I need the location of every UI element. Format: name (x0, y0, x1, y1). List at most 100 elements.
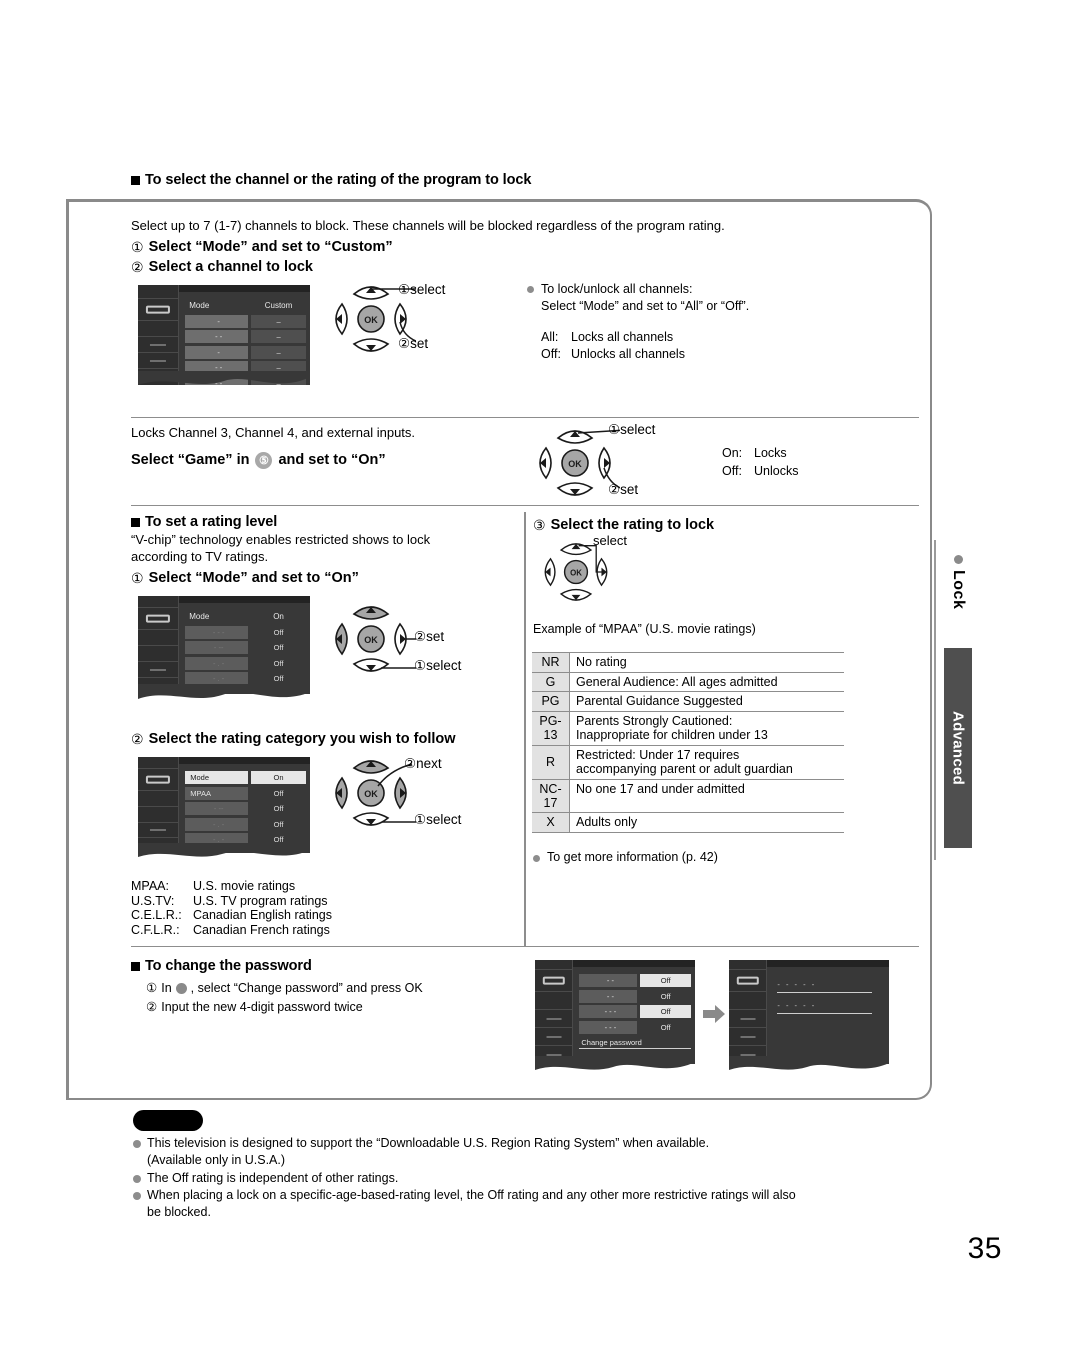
tv-screen-custom-mode: Mode Custom -– - -– -– - -– - -– -– (138, 285, 310, 393)
tv-row: - - Off (579, 974, 691, 987)
rating-step-3: ③ Select the rating to lock (533, 517, 715, 533)
nav-pad-4[interactable]: OK select (531, 533, 627, 608)
note-item: When placing a lock on a specific-age-ba… (133, 1187, 933, 1221)
tv-row: - - – (185, 330, 306, 343)
tv-screen-password-menu: - - Off - - Off - - - Off - - - Off Change p… (535, 960, 695, 1078)
side-tab-advanced[interactable]: Advanced (944, 648, 972, 848)
tv-icon (146, 305, 171, 314)
rating-table: NR No rating G General Audience: All ages … (532, 652, 844, 833)
page-number: 35 (967, 1232, 1002, 1265)
tv-row: - - Off (579, 989, 691, 1003)
note-badge (133, 1110, 203, 1131)
table-row: NR No rating (532, 652, 844, 673)
bullet-icon (533, 855, 540, 862)
nav-pad-3[interactable]: OK ②next ①select (326, 752, 461, 834)
tv-sidebar (535, 960, 574, 1064)
abbrev-row: C.E.L.R.: Canadian English ratings (131, 908, 332, 923)
abbrev-row: MPAA: U.S. movie ratings (131, 879, 296, 893)
tv-icon (736, 976, 759, 985)
section-rating-level: To set a rating level “V-chip” technolog… (131, 514, 521, 587)
svg-text:OK: OK (364, 789, 378, 799)
tv-screen-rating-category: Mode On MPAA Off - -- Off - . - Off - . - Of… (138, 757, 310, 865)
tv-topbar (179, 285, 310, 292)
step-1: ① Select “Mode” and set to “Custom” (131, 239, 851, 256)
off-key: Off: (541, 347, 561, 361)
nav-pad-game[interactable]: OK ①select ②set (530, 422, 655, 504)
nav-pad-1-label-select: ①select (398, 282, 446, 297)
tv-row-header: Mode Custom (185, 299, 306, 312)
nav-pad-2-label-select: ①select (414, 658, 462, 673)
nav-pad-game-label-select: ①select (608, 422, 656, 437)
tv-row: - . - Off (185, 656, 306, 670)
aside-lock-all: To lock/unlock all channels: Select “Mod… (527, 281, 847, 363)
bullet-icon (527, 286, 534, 293)
manual-page: To select the channel or the rating of t… (0, 0, 1080, 1353)
tv-screen-password-entry: - - - - - - - - - - (729, 960, 889, 1078)
abbrev-row: C.F.L.R.: Canadian French ratings (131, 922, 330, 937)
password-line-1: - - - - - (777, 980, 873, 993)
nav-pad-game-label-set: ②set (608, 482, 639, 497)
tv-row: - - – (185, 376, 306, 385)
svg-text:OK: OK (364, 635, 378, 645)
game-step: Select “Game” in ⑤ and set to “On” (131, 451, 531, 469)
bullet-icon (133, 1174, 141, 1183)
tv-row: - - - Off (579, 1005, 691, 1018)
bullet-square-icon (131, 175, 140, 185)
side-tab-advanced-label: Advanced (949, 710, 967, 786)
nav-pad-1[interactable]: OK ①select ②set (326, 278, 445, 360)
game-on-value: Locks (754, 446, 787, 460)
rating-intro-2: according to TV ratings. (131, 548, 269, 564)
tv-header-value: Custom (264, 301, 293, 310)
tv-icon (146, 614, 171, 623)
tv-topbar (179, 757, 310, 764)
tv-row: - . - Off (185, 817, 306, 831)
rating-heading: To set a rating level (145, 514, 278, 530)
more-info-note: To get more information (p. 42) (533, 850, 718, 864)
step-2-number: ② (131, 258, 144, 275)
tv-topbar (179, 596, 310, 603)
section-heading-text: To select the channel or the rating of t… (145, 172, 532, 188)
game-on-off: On: Locks Off: Unlocks (722, 445, 798, 480)
step-1-number: ① (131, 238, 144, 255)
svg-text:OK: OK (568, 459, 582, 469)
column-divider (524, 512, 526, 946)
tv-icon (542, 976, 565, 985)
section-change-password: To change the password ① In , select “Ch… (131, 958, 551, 1017)
tv-sidebar (729, 960, 768, 1064)
table-row: NC- 17 No one 17 and under admitted (532, 779, 844, 814)
game-off-key: Off: (722, 463, 742, 478)
nav-pad-3-label-select: ①select (414, 812, 462, 827)
tv-row: - . - Off (185, 672, 306, 685)
tv-row: MPAA Off (185, 786, 306, 800)
password-heading: To change the password (145, 958, 312, 974)
step-1-text: Select “Mode” and set to “Custom” (148, 238, 393, 255)
flow-arrow-icon (703, 1005, 725, 1028)
tv-row-header: Mode On (189, 612, 284, 621)
notes-list: This television is designed to support t… (133, 1135, 933, 1222)
table-row: R Restricted: Under 17 requires accompany… (532, 745, 844, 780)
bullet-square-icon (131, 961, 140, 971)
tv-sidebar (138, 757, 180, 853)
tv-row: - – (185, 314, 306, 328)
tv-header-label: Mode (189, 301, 210, 310)
nav-pad-4-label-select: select (593, 533, 627, 548)
tv-row-change-password: Change password (579, 1036, 691, 1049)
game-on-key: On: (722, 446, 743, 460)
game-step-pre: Select “Game” in (131, 452, 250, 469)
table-row: X Adults only (532, 813, 844, 833)
intro-text: Select up to 7 (1-7) channels to block. … (131, 218, 725, 233)
nav-pad-2[interactable]: OK ②set ①select (326, 598, 461, 680)
tv-sidebar (138, 596, 180, 694)
step-2: ② Select a channel to lock (131, 259, 851, 276)
bullet-square-icon (131, 517, 140, 527)
rating-step-2-block: ② Select the rating category you wish to… (131, 731, 531, 748)
side-tab-lock-label: Lock (950, 570, 967, 610)
password-line-2: - - - - - (777, 1001, 873, 1014)
bullet-icon (133, 1192, 141, 1201)
tv-icon (146, 775, 171, 784)
table-row: PG- 13 Parents Strongly Cautioned: Inappr… (532, 711, 844, 746)
all-key: All: (541, 329, 559, 344)
step-2-text: Select a channel to lock (148, 258, 313, 275)
divider-2 (131, 505, 919, 506)
tv-screen-rating-mode: Mode On - - - Off - -- Off - . - Off - . -O… (138, 596, 310, 706)
